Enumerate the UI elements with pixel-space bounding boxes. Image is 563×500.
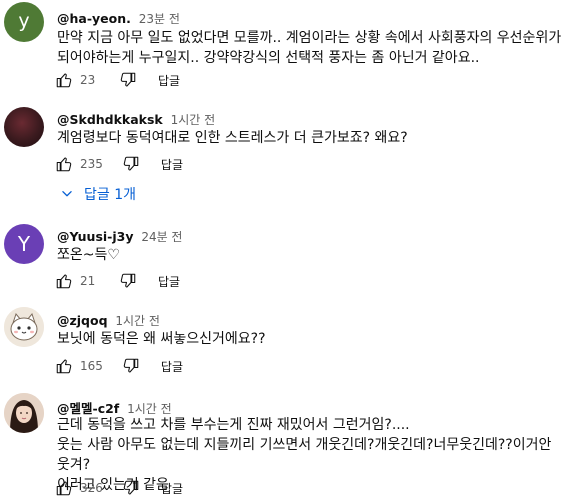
thumb-up-icon[interactable] xyxy=(52,68,76,92)
avatar[interactable]: Y xyxy=(4,224,44,264)
replies-count-label: 답글 1개 xyxy=(84,187,136,203)
like-count: 235 xyxy=(80,157,103,171)
avatar[interactable] xyxy=(4,107,44,147)
avatar-letter: Y xyxy=(17,232,31,256)
reply-button[interactable]: 답글 xyxy=(161,358,183,375)
reply-button[interactable]: 답글 xyxy=(161,156,183,173)
thumb-down-icon[interactable] xyxy=(119,152,143,176)
thumb-down-icon[interactable] xyxy=(116,269,140,293)
timestamp[interactable]: 23분 전 xyxy=(139,12,180,26)
avatar[interactable]: y xyxy=(4,2,44,42)
chevron-down-icon xyxy=(62,191,72,197)
thumb-up-icon[interactable] xyxy=(52,354,76,378)
comment-text: 쪼온~득♡ xyxy=(57,247,120,263)
reply-button[interactable]: 답글 xyxy=(161,480,183,497)
comment-text: 계엄령보다 동덕여대로 인한 스트레스가 더 큰가보죠? 왜요? xyxy=(57,130,408,146)
thumb-up-icon[interactable] xyxy=(52,152,76,176)
author-name[interactable]: @Skdhdkkaksk xyxy=(57,112,163,127)
thumb-down-icon[interactable] xyxy=(119,476,143,500)
thumb-down-icon[interactable] xyxy=(116,68,140,92)
comment-text: 만약 지금 아무 일도 없었다면 모를까.. 계엄이라는 상황 속에서 사회풍자… xyxy=(57,30,562,66)
person-avatar-icon xyxy=(4,393,44,433)
like-count: 23 xyxy=(80,73,96,87)
timestamp[interactable]: 1시간 전 xyxy=(115,314,160,328)
avatar-letter: y xyxy=(18,9,30,32)
timestamp[interactable]: 24분 전 xyxy=(141,230,182,244)
reply-button[interactable]: 답글 xyxy=(158,72,180,89)
like-count: 21 xyxy=(80,274,96,288)
like-count: 165 xyxy=(80,359,103,373)
author-name[interactable]: @zjqoq xyxy=(57,313,108,328)
cat-avatar-icon xyxy=(4,307,44,347)
timestamp[interactable]: 1시간 전 xyxy=(127,402,172,416)
avatar[interactable] xyxy=(4,307,44,347)
thumb-down-icon[interactable] xyxy=(119,354,143,378)
timestamp[interactable]: 1시간 전 xyxy=(171,113,216,127)
comment-text: 보닛에 동덕은 왜 써놓으신거에요?? xyxy=(57,331,266,347)
view-replies-button[interactable]: 답글 1개 xyxy=(60,184,136,204)
reply-button[interactable]: 답글 xyxy=(158,273,180,290)
author-name[interactable]: @Yuusi-j3y xyxy=(57,229,133,244)
avatar[interactable] xyxy=(4,393,44,433)
thumb-up-icon[interactable] xyxy=(52,476,76,500)
author-name[interactable]: @멜멜-c2f xyxy=(57,401,119,416)
like-count: 326 xyxy=(80,481,103,495)
thumb-up-icon[interactable] xyxy=(52,269,76,293)
author-name[interactable]: @ha-yeon. xyxy=(57,11,131,26)
